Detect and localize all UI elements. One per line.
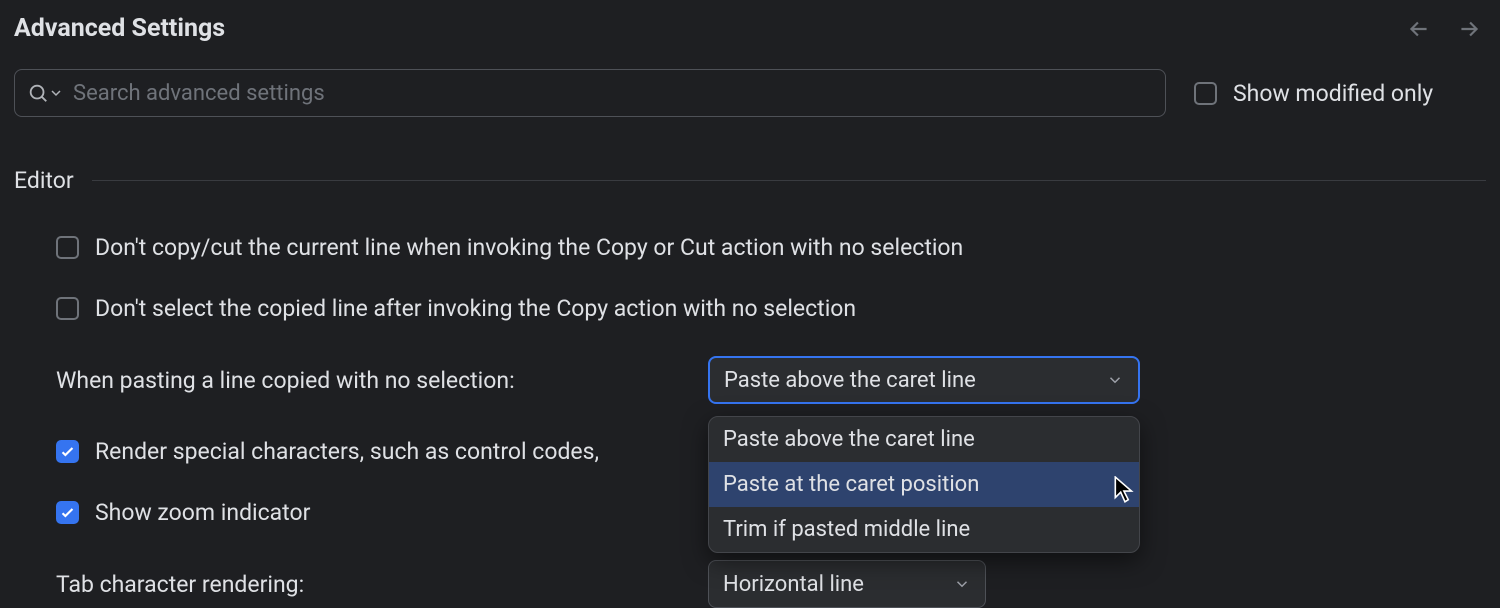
label-tab-rendering: Tab character rendering: xyxy=(56,571,708,598)
section-title: Editor xyxy=(14,167,74,194)
show-modified-only[interactable]: Show modified only xyxy=(1194,80,1433,107)
select-tab-rendering[interactable]: Horizontal line xyxy=(708,560,986,608)
option-dont-select-copied[interactable]: Don't select the copied line after invok… xyxy=(56,295,1486,322)
mouse-cursor-icon xyxy=(1114,476,1136,504)
checkbox-dont-copy-cut[interactable] xyxy=(56,236,79,259)
label-dont-copy-cut: Don't copy/cut the current line when inv… xyxy=(95,234,963,261)
show-modified-checkbox[interactable] xyxy=(1194,82,1217,105)
section-divider xyxy=(92,180,1486,181)
back-arrow-icon[interactable] xyxy=(1406,16,1432,42)
setting-paste-behavior: When pasting a line copied with no selec… xyxy=(56,356,1486,404)
forward-arrow-icon[interactable] xyxy=(1456,16,1482,42)
search-input[interactable] xyxy=(73,81,1153,106)
chevron-down-icon xyxy=(1106,371,1124,389)
select-paste-value: Paste above the caret line xyxy=(724,368,976,393)
search-box[interactable] xyxy=(14,69,1166,117)
setting-tab-rendering: Tab character rendering: Horizontal line xyxy=(56,560,1486,608)
select-paste-behavior[interactable]: Paste above the caret line xyxy=(708,356,1140,404)
label-dont-select-copied: Don't select the copied line after invok… xyxy=(95,295,856,322)
page-title: Advanced Settings xyxy=(14,14,225,43)
label-paste-behavior: When pasting a line copied with no selec… xyxy=(56,367,708,394)
checkbox-dont-select-copied[interactable] xyxy=(56,297,79,320)
paste-dropdown: Paste above the caret line Paste at the … xyxy=(708,416,1140,553)
select-tab-value: Horizontal line xyxy=(723,572,864,597)
label-show-zoom: Show zoom indicator xyxy=(95,499,310,526)
dropdown-item-paste-above[interactable]: Paste above the caret line xyxy=(709,417,1139,462)
option-dont-copy-cut[interactable]: Don't copy/cut the current line when inv… xyxy=(56,234,1486,261)
dropdown-item-trim-middle[interactable]: Trim if pasted middle line xyxy=(709,507,1139,552)
label-render-special: Render special characters, such as contr… xyxy=(95,438,599,465)
section-header: Editor xyxy=(14,167,1486,194)
dropdown-item-paste-at-caret[interactable]: Paste at the caret position xyxy=(709,462,1139,507)
checkbox-render-special[interactable] xyxy=(56,440,79,463)
nav-arrows xyxy=(1406,16,1482,42)
show-modified-label: Show modified only xyxy=(1233,80,1433,107)
checkbox-show-zoom[interactable] xyxy=(56,501,79,524)
search-dropdown-icon[interactable] xyxy=(51,88,61,98)
chevron-down-icon xyxy=(953,575,971,593)
search-icon xyxy=(27,82,61,104)
